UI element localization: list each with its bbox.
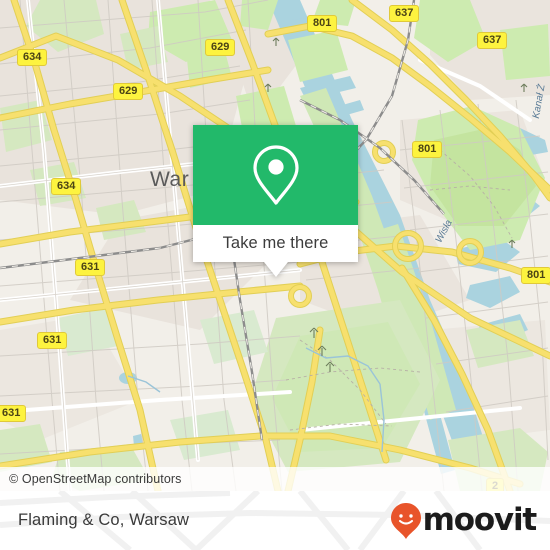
- moovit-wordmark: moovit: [422, 502, 538, 538]
- moovit-pin-icon: [390, 502, 421, 539]
- road-shield: 801: [307, 15, 338, 33]
- map-attribution-bar: © OpenStreetMap contributors: [0, 467, 550, 491]
- road-shield: 631: [75, 259, 106, 277]
- city-label: War: [150, 168, 190, 191]
- road-shield: 631: [37, 332, 68, 350]
- callout-pin-panel: [193, 125, 358, 225]
- take-me-there-label[interactable]: Take me there: [223, 234, 329, 253]
- place-name-label: Flaming & Co, Warsaw: [18, 491, 189, 550]
- road-shield: 634: [51, 178, 82, 196]
- road-shield: 634: [17, 49, 48, 67]
- road-shield: 801: [412, 141, 443, 159]
- road-shield: 631: [0, 405, 27, 423]
- place-name-text: Flaming & Co, Warsaw: [18, 511, 190, 529]
- callout-action-panel[interactable]: Take me there: [193, 225, 358, 277]
- osm-attribution-text[interactable]: © OpenStreetMap contributors: [0, 472, 182, 486]
- destination-callout[interactable]: Take me there: [193, 125, 358, 277]
- footer-bar: Flaming & Co, Warsaw moovit: [0, 491, 550, 550]
- moovit-logo[interactable]: moovit: [390, 491, 538, 550]
- road-shield: 637: [477, 32, 508, 50]
- moovit-map-screen: 634 629 629 801 637 637 801 634 631 801 …: [0, 0, 550, 550]
- location-pin-icon: [252, 145, 299, 205]
- road-shield: 629: [113, 83, 144, 101]
- road-shield: 637: [389, 5, 420, 23]
- callout-tail: [263, 262, 288, 277]
- road-shield: 629: [205, 39, 236, 57]
- road-shield: 801: [521, 267, 550, 285]
